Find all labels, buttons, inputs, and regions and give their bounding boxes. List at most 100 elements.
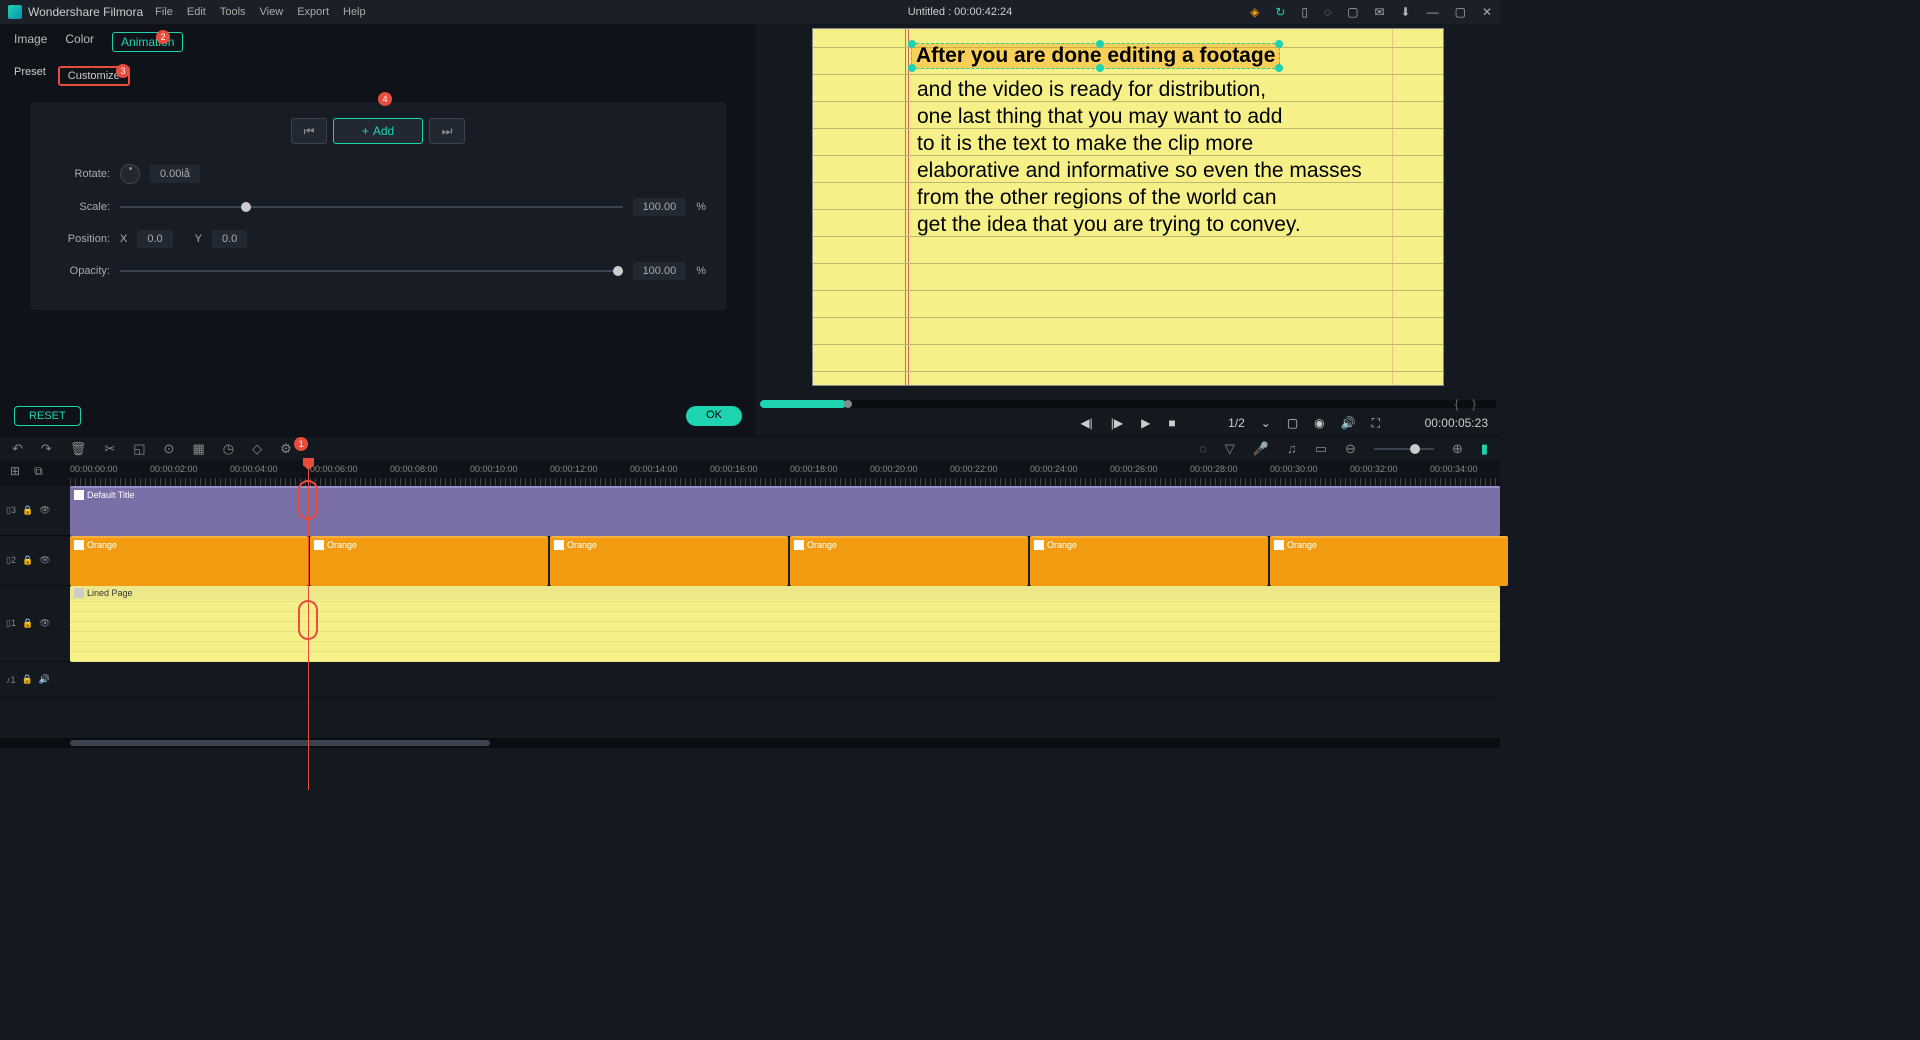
volume-icon[interactable]: 🔊 — [1341, 416, 1356, 430]
zoom-in-icon[interactable]: ⊕ — [1452, 441, 1463, 457]
hint-icon[interactable]: ◈ — [1250, 5, 1259, 19]
delete-icon[interactable]: 🗑 — [70, 441, 87, 457]
marker-icon[interactable]: ▽ — [1225, 441, 1235, 457]
playhead-handle-top[interactable] — [298, 480, 318, 520]
download-icon[interactable]: ⬇ — [1401, 5, 1411, 19]
voiceover-icon[interactable]: 🎤 — [1253, 441, 1269, 457]
fit-icon[interactable]: ▮ — [1481, 441, 1488, 457]
close-icon[interactable]: ✕ — [1482, 5, 1492, 19]
subtab-preset[interactable]: Preset — [14, 66, 46, 86]
preview-scrubber[interactable]: { } — [760, 400, 1496, 408]
ok-button[interactable]: OK — [686, 406, 742, 426]
opacity-unit: % — [696, 265, 706, 277]
zoom-out-icon[interactable]: ⊖ — [1345, 441, 1356, 457]
clip-orange[interactable]: Orange — [70, 536, 308, 586]
playhead-handle-bottom[interactable] — [298, 600, 318, 640]
timeline-hscroll[interactable] — [0, 738, 1500, 748]
prev-keyframe-button[interactable]: ⏮ — [291, 118, 327, 144]
tab-animation[interactable]: Animation — [112, 32, 183, 52]
stop-button[interactable]: ■ — [1168, 416, 1175, 430]
save-icon[interactable]: ▢ — [1347, 5, 1358, 19]
link-icon[interactable]: ⧉ — [34, 464, 43, 479]
scale-slider[interactable] — [120, 206, 623, 208]
undo-icon[interactable]: ↶ — [12, 441, 23, 457]
scale-value[interactable]: 100.00 — [633, 198, 687, 216]
mixer-icon[interactable]: ♫ — [1287, 441, 1297, 456]
step-fwd-button[interactable]: |▶ — [1111, 416, 1123, 430]
lock-icon[interactable]: 🔒 — [22, 505, 33, 516]
eye-icon[interactable]: 👁 — [39, 505, 50, 516]
user-icon[interactable]: ◌ — [1324, 5, 1331, 19]
menu-edit[interactable]: Edit — [187, 6, 206, 18]
track-content-3[interactable]: Default Title — [70, 486, 1500, 535]
track-content-audio[interactable] — [70, 662, 1500, 697]
tab-image[interactable]: Image — [14, 32, 47, 52]
track-header-3: ▯3 🔒 👁 — [0, 486, 70, 535]
play-button[interactable]: ▶ — [1141, 416, 1150, 430]
clip-label: Orange — [87, 540, 117, 550]
position-x-value[interactable]: 0.0 — [137, 230, 172, 248]
rotate-value[interactable]: 0.00iå — [150, 165, 200, 183]
position-y-value[interactable]: 0.0 — [212, 230, 247, 248]
clip-orange[interactable]: Orange — [790, 536, 1028, 586]
lock-icon[interactable]: 🔒 — [22, 618, 33, 629]
lock-icon[interactable]: 🔒 — [22, 674, 33, 685]
lock-icon[interactable]: 🔒 — [22, 555, 33, 566]
track-header-2: ▯2 🔒 👁 — [0, 536, 70, 585]
eye-icon[interactable]: 👁 — [39, 555, 50, 566]
menu-tools[interactable]: Tools — [220, 6, 246, 18]
minimize-icon[interactable]: — — [1427, 5, 1439, 19]
maximize-icon[interactable]: ▢ — [1455, 5, 1466, 19]
reset-button[interactable]: RESET — [14, 406, 81, 426]
opacity-slider[interactable] — [120, 270, 623, 272]
add-keyframe-button[interactable]: + Add — [333, 118, 423, 144]
crop-icon[interactable]: ◱ — [133, 441, 145, 457]
clip-lined-page[interactable]: Lined Page — [70, 586, 1500, 662]
step-back-button[interactable]: ◀| — [1080, 416, 1092, 430]
view-icon[interactable]: ▭ — [1315, 441, 1327, 457]
clip-label: Orange — [1047, 540, 1077, 550]
chevron-down-icon[interactable]: ⌄ — [1261, 416, 1271, 430]
gift-icon[interactable]: ▯ — [1301, 5, 1308, 19]
fullscreen-icon[interactable]: ⛶ — [1372, 416, 1380, 431]
duration-icon[interactable]: ◷ — [223, 441, 234, 457]
img-icon — [314, 540, 324, 550]
eye-icon[interactable]: 👁 — [39, 618, 50, 629]
menu-view[interactable]: View — [260, 6, 284, 18]
keyframe-icon[interactable]: ◇ — [252, 441, 262, 457]
track-content-2[interactable]: OrangeOrangeOrangeOrangeOrangeOrange — [70, 536, 1500, 585]
zoom-ratio[interactable]: 1/2 — [1228, 416, 1245, 430]
ruler-mark: 00:00:24:00 — [1030, 464, 1078, 474]
color-icon[interactable]: ▦ — [192, 441, 204, 457]
render-icon[interactable]: ◌ — [1199, 441, 1207, 456]
speaker-icon[interactable]: 🔊 — [39, 674, 50, 685]
selected-text-frame[interactable]: After you are done editing a footage — [911, 43, 1280, 69]
rotate-knob[interactable] — [120, 164, 140, 184]
menu-export[interactable]: Export — [297, 6, 329, 18]
snapshot-icon[interactable]: ◉ — [1314, 416, 1324, 430]
clip-orange[interactable]: Orange — [1030, 536, 1268, 586]
playhead[interactable] — [308, 460, 309, 790]
tab-color[interactable]: Color — [65, 32, 94, 52]
preview-canvas[interactable]: After you are done editing a footage and… — [756, 24, 1500, 398]
split-icon[interactable]: ✂ — [104, 441, 115, 457]
clip-default-title[interactable]: Default Title — [70, 486, 1500, 536]
next-keyframe-button[interactable]: ⏭ — [429, 118, 465, 144]
speed-icon[interactable]: ⊙ — [164, 441, 175, 457]
track-add-icon[interactable]: ⊞ — [10, 464, 20, 479]
adjust-icon[interactable]: ⚙ 1 — [280, 441, 292, 457]
clip-label: Lined Page — [87, 588, 133, 598]
redo-icon[interactable]: ↷ — [41, 441, 52, 457]
clip-orange[interactable]: Orange — [550, 536, 788, 586]
timeline-ruler[interactable]: ⊞ ⧉ /* marks added by binder below */ 00… — [0, 460, 1500, 486]
track-content-1[interactable]: Lined Page — [70, 586, 1500, 661]
sync-icon[interactable]: ↻ — [1275, 5, 1285, 19]
clip-orange[interactable]: Orange — [310, 536, 548, 586]
opacity-value[interactable]: 100.00 — [633, 262, 687, 280]
zoom-slider[interactable] — [1374, 448, 1434, 450]
menu-help[interactable]: Help — [343, 6, 366, 18]
mail-icon[interactable]: ✉ — [1374, 5, 1384, 19]
monitor-icon[interactable]: ▢ — [1287, 416, 1298, 430]
menu-file[interactable]: File — [155, 6, 173, 18]
clip-orange[interactable]: Orange — [1270, 536, 1508, 586]
